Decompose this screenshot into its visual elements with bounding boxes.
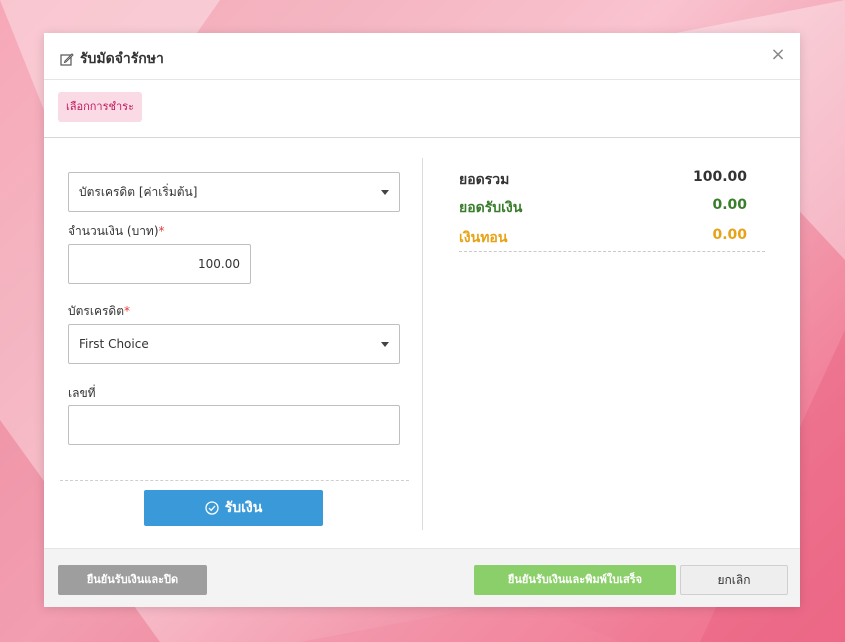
total-label: ยอดรวม — [459, 172, 510, 188]
amount-label: จำนวนเงิน (บาท)* — [68, 222, 165, 241]
close-button[interactable]: × — [768, 45, 788, 65]
summary-received: ยอดรับเงิน 0.00 — [459, 197, 765, 219]
amount-input[interactable]: 100.00 — [68, 244, 251, 284]
confirm-and-print-button[interactable]: ยืนยันรับเงินและพิมพ์ใบเสร็จ — [474, 565, 676, 595]
edit-icon — [60, 53, 74, 66]
deposit-modal: รับมัดจำรักษา × เลือกการชำระ บัตรเครดิต … — [44, 33, 800, 607]
confirm-and-close-button[interactable]: ยืนยันรับเงินและปิด — [58, 565, 207, 595]
received-value: 0.00 — [712, 197, 747, 213]
amount-value: 100.00 — [198, 257, 240, 271]
payment-form: บัตรเครดิต [ค่าเริ่มต้น] จำนวนเงิน (บาท)… — [44, 138, 422, 548]
form-divider — [60, 480, 409, 481]
card-label: บัตรเครดิต* — [68, 302, 130, 321]
credit-card-value: First Choice — [79, 337, 149, 351]
check-circle-icon — [205, 501, 219, 515]
summary-divider — [459, 251, 765, 252]
number-label: เลขที่ — [68, 386, 96, 400]
receive-money-button[interactable]: รับเงิน — [144, 490, 323, 526]
card-label-text: บัตรเครดิต — [68, 304, 125, 318]
required-mark: * — [158, 224, 165, 238]
modal-footer: ยืนยันรับเงินและปิด ยืนยันรับเงินและพิมพ… — [44, 548, 800, 607]
summary-change: เงินทอน 0.00 — [459, 227, 765, 249]
chevron-down-icon — [381, 342, 389, 347]
total-value: 100.00 — [692, 169, 747, 185]
credit-card-select[interactable]: First Choice — [68, 324, 400, 364]
payment-type-value: บัตรเครดิต [ค่าเริ่มต้น] — [79, 185, 198, 199]
payment-tab-bar: เลือกการชำระ — [44, 79, 800, 138]
receive-money-label: รับเงิน — [224, 500, 263, 516]
received-label: ยอดรับเงิน — [459, 200, 523, 216]
change-label: เงินทอน — [459, 230, 508, 246]
title-wrap: รับมัดจำรักษา — [60, 48, 164, 70]
chevron-down-icon — [381, 190, 389, 195]
required-mark: * — [124, 304, 131, 318]
summary-total: ยอดรวม 100.00 — [459, 169, 765, 191]
number-input[interactable] — [68, 405, 400, 445]
cancel-button[interactable]: ยกเลิก — [680, 565, 788, 595]
payment-type-select[interactable]: บัตรเครดิต [ค่าเริ่มต้น] — [68, 172, 400, 212]
change-value: 0.00 — [712, 227, 747, 243]
tab-select-payment[interactable]: เลือกการชำระ — [58, 92, 142, 122]
modal-title: รับมัดจำรักษา — [80, 51, 164, 67]
column-divider — [422, 158, 423, 530]
modal-header: รับมัดจำรักษา × — [44, 33, 800, 80]
amount-label-text: จำนวนเงิน (บาท) — [68, 224, 159, 238]
